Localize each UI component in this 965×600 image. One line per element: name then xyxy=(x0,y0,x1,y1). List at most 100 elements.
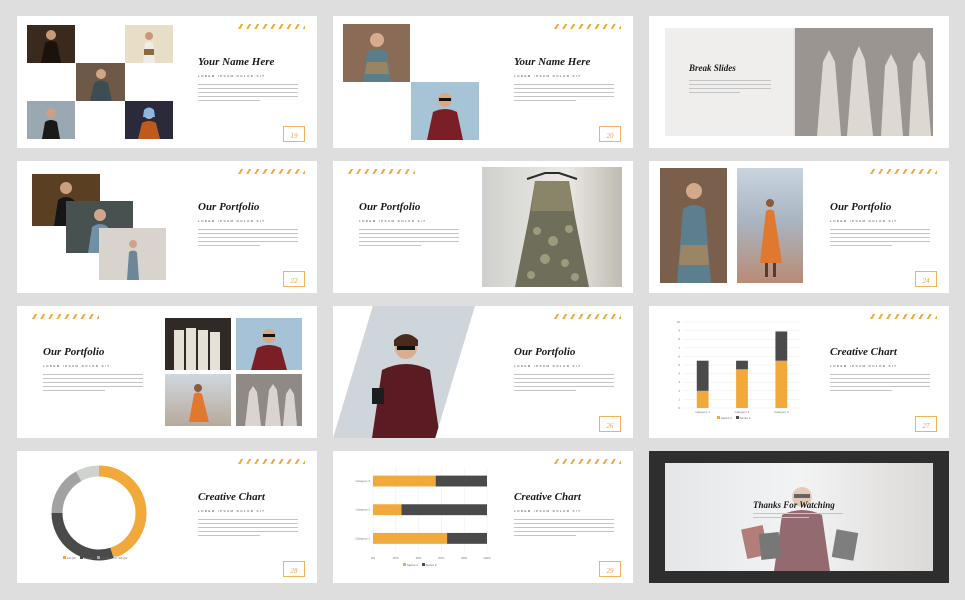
slide-26-thumbnail[interactable]: Our Portfolio LOREM IPSUM DOLOR SIT 26 xyxy=(333,306,633,438)
slide-number: 27 xyxy=(915,416,937,432)
donut-slice-2 xyxy=(51,512,114,561)
legend-label-series-1: Series 1 xyxy=(406,563,418,567)
body-text xyxy=(830,374,930,394)
slide-title: Your Name Here xyxy=(198,56,275,68)
legend-swatch-q1 xyxy=(63,556,66,559)
stripe-decoration xyxy=(867,314,937,319)
y-tick-label: 9 xyxy=(678,329,680,333)
y-tick-label: 4 xyxy=(678,372,680,376)
slide-subtitle: LOREM IPSUM DOLOR SIT xyxy=(514,364,582,368)
slide-subtitle: LOREM IPSUM DOLOR SIT xyxy=(198,219,266,223)
slide-29-thumbnail[interactable]: 0% 20% 40% 60% 80% 100% Category 3 Category 2 Ca… xyxy=(333,451,633,583)
stripe-decoration xyxy=(551,314,621,319)
photo-woman-orange-dress xyxy=(737,168,803,283)
bar-1-2 xyxy=(373,504,402,516)
slide-title: Our Portfolio xyxy=(830,201,892,213)
slide-title: Our Portfolio xyxy=(514,346,576,358)
body-text xyxy=(198,84,298,104)
slide-title: Creative Chart xyxy=(514,491,581,503)
donut-chart xyxy=(51,465,147,561)
bar-1-1 xyxy=(696,390,709,408)
slide-number: 26 xyxy=(599,416,621,432)
y-tick-label: 3 xyxy=(678,380,680,384)
slide-27-thumbnail[interactable]: 0 1 2 3 4 5 6 7 8 9 10 Category 1 Category 2 Category… xyxy=(649,306,949,438)
slide-number: 20 xyxy=(599,126,621,142)
bar-2-3 xyxy=(775,331,788,361)
slide-portfolio-dress-thumbnail[interactable]: Our Portfolio LOREM IPSUM DOLOR SIT xyxy=(333,161,633,293)
photo-woman-blue-hair xyxy=(125,101,173,139)
photo-clothes-rack xyxy=(165,318,231,370)
x-tick-label: Category 3 xyxy=(774,410,789,414)
slide-subtitle: LOREM IPSUM DOLOR SIT xyxy=(198,509,266,513)
body-text xyxy=(359,229,459,249)
y-tick-label: Category 1 xyxy=(355,536,370,540)
stripe-decoration xyxy=(29,314,99,319)
bar-2-2 xyxy=(736,360,748,370)
legend-swatch-q4 xyxy=(114,556,118,559)
donut-slice-4 xyxy=(76,465,100,482)
slide-break-thumbnail[interactable]: Break Slides xyxy=(649,16,949,148)
stripe-decoration xyxy=(235,24,305,29)
slide-title: Creative Chart xyxy=(198,491,265,503)
bar-2-1 xyxy=(447,532,487,544)
x-tick-label: 0% xyxy=(371,556,376,560)
photo-woman-posing xyxy=(76,63,125,101)
slide-subtitle: LOREM IPSUM DOLOR SIT xyxy=(830,364,898,368)
photo-woman-orange-dress xyxy=(165,374,231,426)
body-text xyxy=(198,229,298,249)
slide-thanks-thumbnail[interactable]: Thanks For Watching xyxy=(649,451,949,583)
slide-title: Break Slides xyxy=(689,63,736,73)
photo-mannequins xyxy=(236,374,302,426)
body-text xyxy=(689,80,771,96)
slide-subtitle: LOREM IPSUM DOLOR SIT xyxy=(359,219,427,223)
slide-subtitle: LOREM IPSUM DOLOR SIT xyxy=(198,74,266,78)
legend-swatch-series-1 xyxy=(403,563,406,566)
x-tick-label: 80% xyxy=(461,556,467,560)
bar-1-3 xyxy=(373,475,436,487)
chart-legend: Series 1 Series 2 xyxy=(403,563,437,567)
slide-title: Our Portfolio xyxy=(43,346,105,358)
slide-20-thumbnail[interactable]: Your Name Here LOREM IPSUM DOLOR SIT 20 xyxy=(333,16,633,148)
photo-woman-sunglasses xyxy=(236,318,302,370)
legend-label-q2: 2nd Qtr xyxy=(83,556,94,560)
slide-title: Our Portfolio xyxy=(198,201,260,213)
body-text xyxy=(43,374,143,394)
stripe-decoration xyxy=(551,459,621,464)
slide-subtitle: LOREM IPSUM DOLOR SIT xyxy=(830,219,898,223)
legend-swatch-series-1 xyxy=(717,416,720,419)
stacked-bar-chart: 0% 20% 40% 60% 80% 100% Category 3 Category 2 Ca… xyxy=(355,467,491,560)
slide-number: 19 xyxy=(283,126,305,142)
bar-1-1 xyxy=(373,532,448,544)
slide-number: 24 xyxy=(915,271,937,287)
x-tick-label: 60% xyxy=(438,556,444,560)
slide-24-thumbnail[interactable]: Our Portfolio LOREM IPSUM DOLOR SIT 24 xyxy=(649,161,949,293)
slide-portfolio-grid-thumbnail[interactable]: Our Portfolio LOREM IPSUM DOLOR SIT xyxy=(17,306,317,438)
y-tick-label: 5 xyxy=(678,363,680,367)
x-tick-label: 20% xyxy=(393,556,399,560)
y-tick-label: Category 3 xyxy=(355,479,370,483)
x-tick-label: Category 1 xyxy=(695,410,710,414)
bar-1-3 xyxy=(775,360,788,408)
photo-embroidered-dress xyxy=(482,167,622,287)
chart-legend: 1st Qtr 2nd Qtr 3rd Qtr 4th Qtr xyxy=(63,556,127,560)
slide-title: Thanks For Watching xyxy=(753,500,835,510)
bar-2-3 xyxy=(435,475,487,487)
y-tick-label: 10 xyxy=(677,320,681,324)
body-text xyxy=(514,374,614,394)
y-tick-label: 0 xyxy=(678,406,680,410)
slide-19-thumbnail[interactable]: Your Name Here LOREM IPSUM DOLOR SIT 19 xyxy=(17,16,317,148)
photo-woman-red-coat xyxy=(333,306,475,438)
y-tick-label: 8 xyxy=(678,337,680,341)
photo-woman-field xyxy=(125,25,173,63)
body-text xyxy=(514,519,614,539)
legend-swatch-series-2 xyxy=(735,416,739,419)
slide-22-thumbnail[interactable]: Our Portfolio LOREM IPSUM DOLOR SIT 22 xyxy=(17,161,317,293)
slide-number: 28 xyxy=(283,561,305,577)
legend-label-q1: 1st Qtr xyxy=(66,556,76,560)
stripe-decoration xyxy=(867,169,937,174)
bar-1-2 xyxy=(736,369,748,408)
slide-title: Your Name Here xyxy=(514,56,591,68)
stacked-column-chart: 0 1 2 3 4 5 6 7 8 9 10 Category 1 Category 2 Category… xyxy=(677,320,801,414)
slide-28-thumbnail[interactable]: 1st Qtr 2nd Qtr 3rd Qtr 4th Qtr Creative… xyxy=(17,451,317,583)
bar-2-1 xyxy=(696,360,709,391)
